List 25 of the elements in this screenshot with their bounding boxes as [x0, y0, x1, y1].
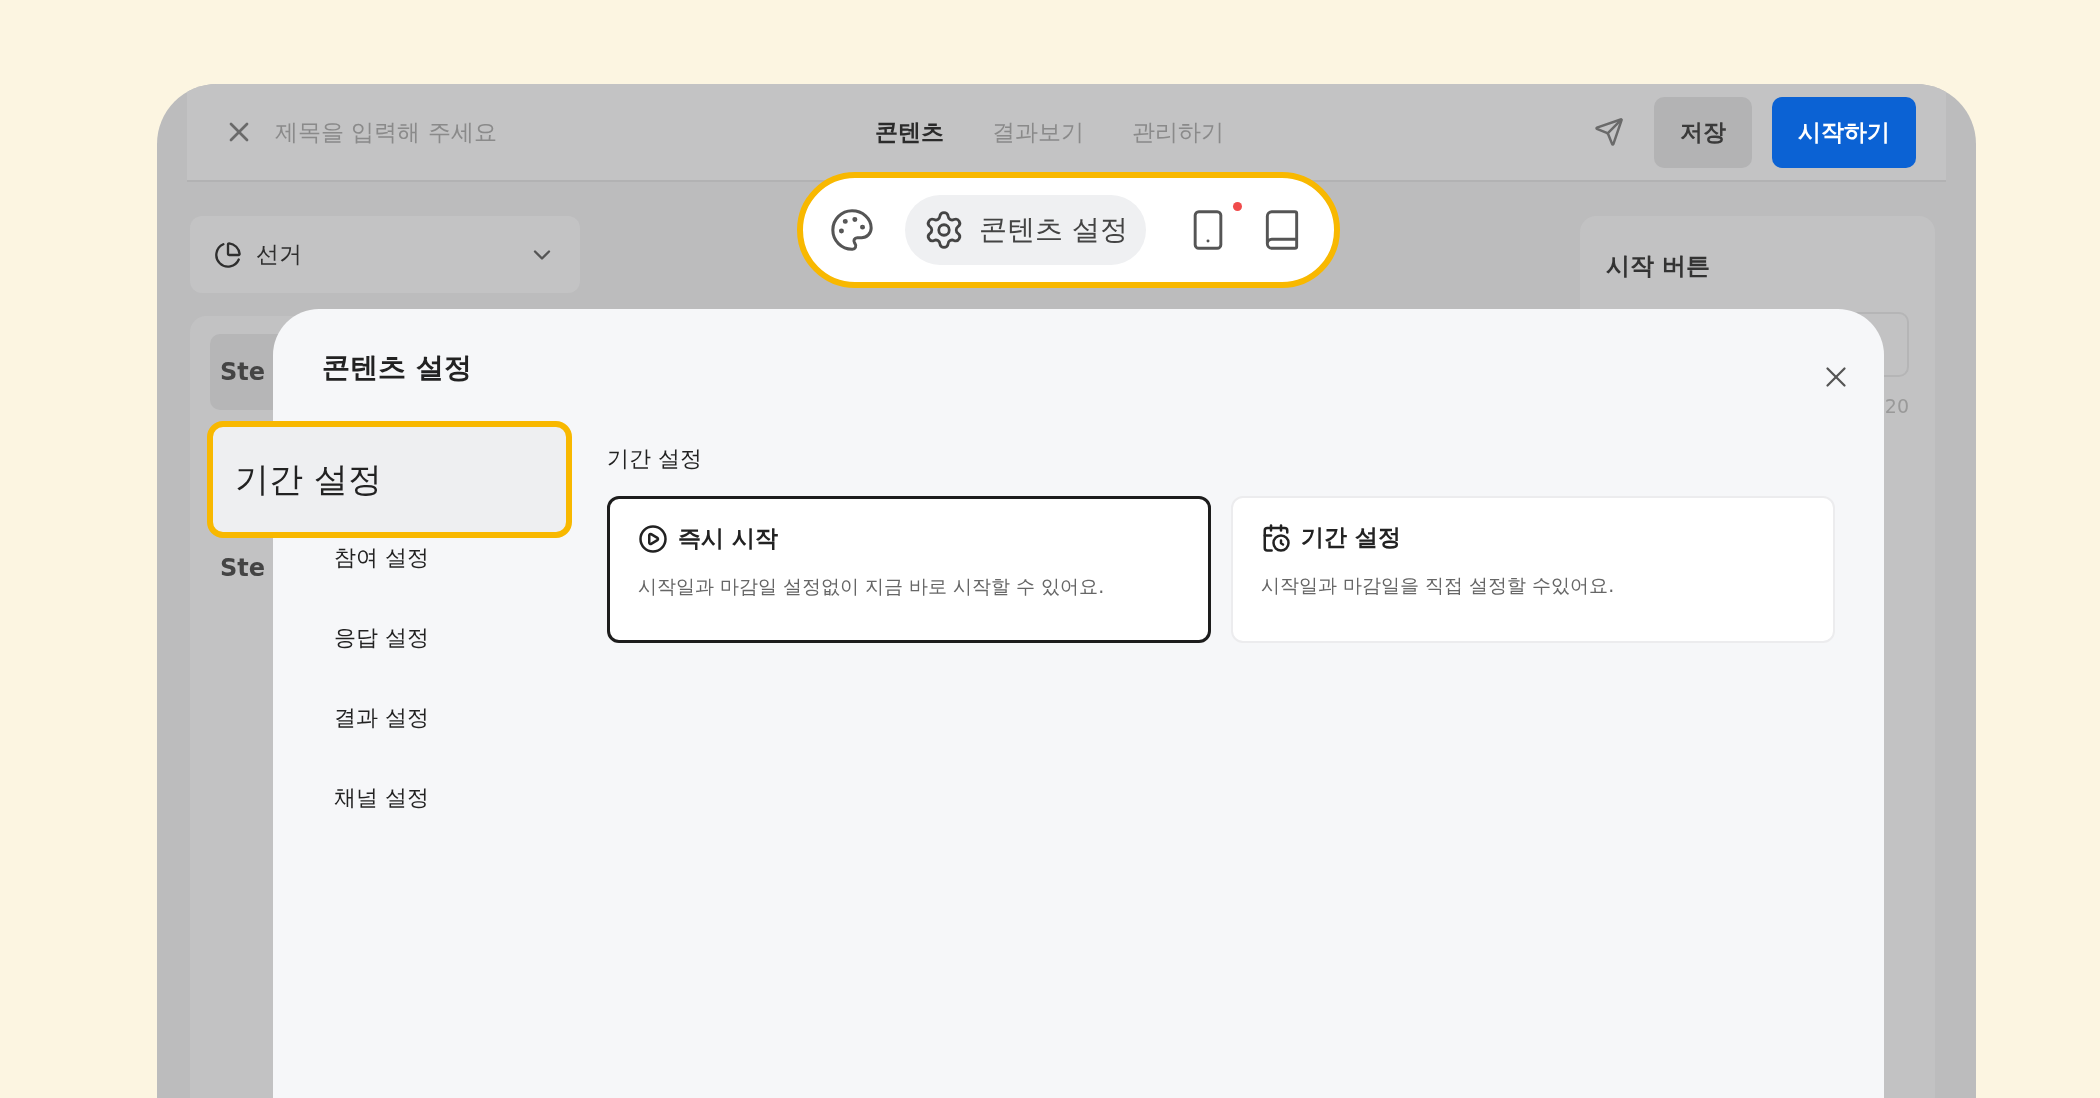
send-icon[interactable]	[1594, 117, 1624, 147]
play-icon	[638, 523, 668, 554]
section-title: 기간 설정	[607, 445, 703, 473]
modal-title: 콘텐츠 설정	[322, 350, 473, 386]
nav-item[interactable]: 참여 설정	[334, 538, 607, 578]
panel-title: 시작 버튼	[1606, 251, 1712, 282]
option-description: 시작일과 마감일 설정없이 지금 바로 시작할 수 있어요.	[638, 574, 1106, 599]
option-card[interactable]: 즉시 시작 시작일과 마감일 설정없이 지금 바로 시작할 수 있어요.	[607, 496, 1211, 643]
save-button[interactable]: 저장	[1654, 96, 1752, 168]
nav-item[interactable]: 기간 설정	[207, 421, 572, 538]
tab[interactable]: 콘텐츠	[875, 116, 944, 148]
dropdown-label: 선거	[256, 240, 303, 269]
category-dropdown[interactable]: 선거	[190, 216, 580, 293]
pie-chart-icon	[214, 240, 242, 269]
nav-item[interactable]: 응답 설정	[334, 618, 607, 658]
nav-item[interactable]: 채널 설정	[334, 778, 607, 818]
palette-icon[interactable]	[829, 207, 875, 253]
settings-button[interactable]: 콘텐츠 설정	[905, 195, 1146, 265]
option-description: 시작일과 마감일을 직접 설정할 수있어요.	[1261, 573, 1616, 598]
calendar-clock-icon	[1261, 522, 1291, 553]
option-title: 기간 설정	[1301, 523, 1401, 552]
nav-item[interactable]: 결과 설정	[334, 698, 607, 738]
option-card[interactable]: 기간 설정 시작일과 마감일을 직접 설정할 수있어요.	[1231, 496, 1835, 643]
start-button[interactable]: 시작하기	[1772, 96, 1916, 168]
option-title: 즉시 시작	[678, 524, 778, 553]
